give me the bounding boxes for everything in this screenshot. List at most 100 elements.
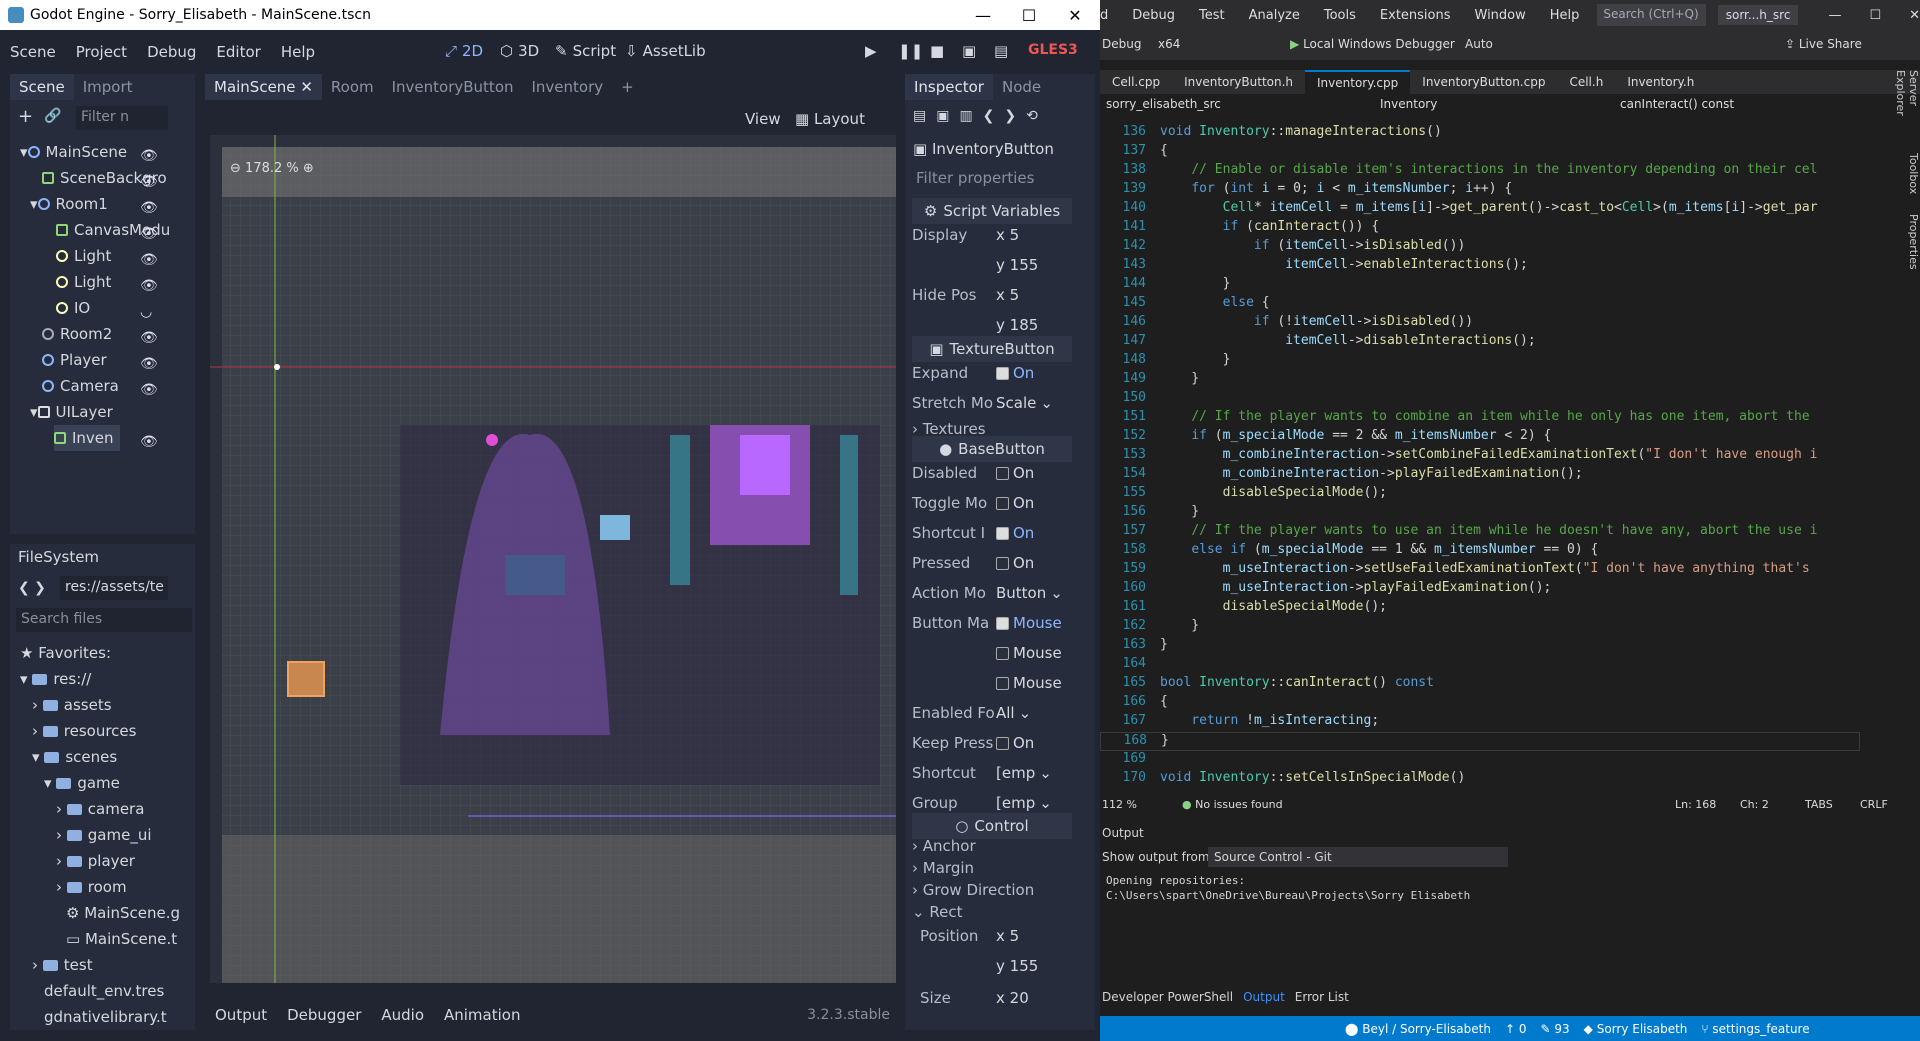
dropdown[interactable]: [emp ⌄: [996, 794, 1052, 812]
fs-gdnative[interactable]: gdnativelibrary.t: [44, 1004, 167, 1030]
fs-mainscene-tscn[interactable]: ▭ MainScene.t: [66, 926, 177, 952]
tree-io[interactable]: IO: [56, 295, 90, 321]
tree-mainscene[interactable]: ▾ MainScene: [20, 139, 127, 165]
prop-action-mode[interactable]: Action Mo Button ⌄: [912, 578, 1074, 608]
tree-inventory[interactable]: Inven: [54, 425, 120, 451]
prop-expand[interactable]: Expand On: [912, 358, 1074, 388]
menu-scene[interactable]: Scene: [0, 43, 66, 61]
fs-room[interactable]: › room: [56, 874, 127, 900]
nav-project[interactable]: sorry_elisabeth_src: [1106, 97, 1221, 111]
issues-indicator[interactable]: ● No issues found: [1182, 798, 1283, 811]
prop-enabled-focus[interactable]: Enabled Fo All ⌄: [912, 698, 1074, 728]
add-node-icon[interactable]: +: [18, 106, 33, 127]
prop-value[interactable]: y 155: [996, 957, 1038, 975]
vs-search-input[interactable]: Search (Ctrl+Q): [1597, 4, 1706, 26]
checkbox[interactable]: [996, 366, 1009, 380]
vs-tab-inventory-h[interactable]: Inventory.h: [1615, 70, 1706, 94]
fs-scenes[interactable]: ▾ scenes: [32, 744, 117, 770]
renderer-label[interactable]: GLES3: [1028, 42, 1078, 58]
checkbox[interactable]: [996, 496, 1009, 510]
prop-keep-pressed[interactable]: Keep Press On: [912, 728, 1074, 758]
play-scene-icon[interactable]: ▣: [962, 42, 976, 60]
tab-developer-powershell[interactable]: Developer PowerShell: [1102, 990, 1233, 1010]
fs-default-env[interactable]: default_env.tres: [44, 978, 164, 1004]
prop-button-mask-1[interactable]: Button Ma Mouse: [912, 608, 1074, 638]
vs-tab-cell-h[interactable]: Cell.h: [1557, 70, 1615, 94]
checkbox[interactable]: [996, 676, 1009, 690]
stop-icon[interactable]: ■: [930, 42, 944, 60]
vs-menu-debug[interactable]: Debug: [1120, 8, 1187, 23]
prop-value[interactable]: x 20: [996, 989, 1029, 1007]
vs-tab-inventory-cpp[interactable]: Inventory.cpp: [1305, 70, 1411, 94]
dropdown[interactable]: [emp ⌄: [996, 764, 1052, 782]
inspector-toolbar[interactable]: ▤▣▥❮❯⟲: [913, 108, 1048, 124]
menu-help[interactable]: Help: [271, 43, 325, 61]
inspector-node-name[interactable]: ▣ InventoryButton: [913, 140, 1054, 158]
workspace-3d[interactable]: ⬡ 3D: [500, 42, 539, 60]
tree-camera[interactable]: Camera: [42, 373, 119, 399]
play-icon[interactable]: ▶: [865, 42, 877, 60]
vs-menu-window[interactable]: Window: [1463, 8, 1538, 23]
tab-inventory[interactable]: Inventory: [523, 74, 613, 100]
editor-zoom[interactable]: 112 %: [1102, 798, 1137, 811]
tab-audio[interactable]: Audio: [381, 1006, 424, 1024]
side-properties[interactable]: Properties: [1896, 214, 1920, 270]
minimize-button[interactable]: —: [960, 0, 1006, 30]
menu-editor[interactable]: Editor: [206, 43, 270, 61]
pause-icon[interactable]: ❚❚: [898, 42, 923, 60]
menu-debug[interactable]: Debug: [137, 43, 206, 61]
fs-test[interactable]: › test: [32, 952, 93, 978]
github-repo[interactable]: ⬤ Beyl / Sorry-Elisabeth: [1345, 1022, 1491, 1036]
checkbox[interactable]: [996, 736, 1009, 750]
prop-shortcut-in-tooltip[interactable]: Shortcut I On: [912, 518, 1074, 548]
nav-member[interactable]: canInteract() const: [1620, 97, 1734, 111]
canvas-viewport[interactable]: ⊖ 178.2 % ⊕: [210, 135, 908, 983]
prop-grow-direction[interactable]: › Grow Direction: [912, 879, 1074, 901]
tree-uilayer[interactable]: ▾ UILayer: [30, 399, 113, 425]
prop-position-y[interactable]: y 155: [912, 951, 1074, 981]
tree-light-1[interactable]: Light: [56, 243, 111, 269]
prop-value[interactable]: y 185: [996, 316, 1038, 334]
auto-dropdown[interactable]: Auto: [1465, 37, 1493, 51]
tree-light-2[interactable]: Light: [56, 269, 111, 295]
prop-value[interactable]: x 5: [996, 286, 1019, 304]
prop-value[interactable]: y 155: [996, 256, 1038, 274]
side-toolbox[interactable]: Toolbox: [1896, 153, 1920, 194]
prop-hidepos-x[interactable]: Hide Pos x 5: [912, 280, 1074, 310]
fs-player[interactable]: › player: [56, 848, 135, 874]
dropdown[interactable]: Scale ⌄: [996, 394, 1053, 412]
prop-margin[interactable]: › Margin: [912, 857, 1074, 879]
dropdown[interactable]: All ⌄: [996, 704, 1031, 722]
live-share-button[interactable]: ⇪ Live Share: [1785, 37, 1862, 51]
scene-filter-input[interactable]: Filter n: [76, 106, 168, 130]
workspace-assetlib[interactable]: ⇩ AssetLib: [625, 42, 706, 60]
vs-menu-extensions[interactable]: Extensions: [1368, 8, 1463, 23]
tree-room1[interactable]: ▾ Room1: [30, 191, 108, 217]
tab-inspector[interactable]: Inspector: [905, 74, 993, 100]
prop-shortcut[interactable]: Shortcut [emp ⌄: [912, 758, 1074, 788]
vs-menu-help[interactable]: Help: [1538, 8, 1592, 23]
prop-pressed[interactable]: Pressed On: [912, 548, 1074, 578]
vs-tab-cell-cpp[interactable]: Cell.cpp: [1100, 70, 1172, 94]
tab-import[interactable]: Import: [74, 74, 142, 100]
tree-player[interactable]: Player: [42, 347, 107, 373]
code-editor[interactable]: 136 void Inventory::manageInteractions() …: [1100, 116, 1870, 794]
vs-maximize-button[interactable]: ☐: [1869, 8, 1881, 23]
checkbox[interactable]: [996, 646, 1009, 660]
tab-scene[interactable]: Scene: [10, 74, 74, 100]
fs-game[interactable]: ▾ game: [44, 770, 120, 796]
workspace-2d[interactable]: ⤢ 2D: [445, 42, 483, 60]
fs-path-field[interactable]: res://assets/te: [60, 576, 168, 600]
tab-node[interactable]: Node: [993, 74, 1050, 100]
checkbox[interactable]: [996, 526, 1009, 540]
link-icon[interactable]: 🔗: [44, 108, 61, 124]
prop-value[interactable]: x 5: [996, 226, 1019, 244]
prop-value[interactable]: x 5: [996, 927, 1019, 945]
prop-button-mask-3[interactable]: Mouse: [912, 668, 1074, 698]
tabs-mode[interactable]: TABS: [1805, 798, 1833, 811]
prop-disabled[interactable]: Disabled On: [912, 458, 1074, 488]
vs-menu-analyze[interactable]: Analyze: [1237, 8, 1312, 23]
tab-mainscene[interactable]: MainScene ✕: [205, 74, 322, 100]
vs-menu-tools[interactable]: Tools: [1312, 8, 1368, 23]
back-icon[interactable]: ❮ ❯: [18, 580, 46, 596]
